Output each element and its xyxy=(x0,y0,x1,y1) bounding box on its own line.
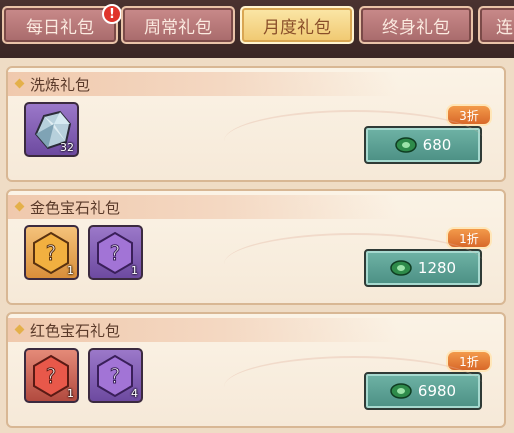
alert-badge-icon: ! xyxy=(102,4,122,24)
item-qty: 4 xyxy=(131,387,138,400)
diamond-icon xyxy=(14,201,25,212)
item-qty: 1 xyxy=(131,264,138,277)
jade-currency-icon xyxy=(390,383,412,399)
pack-card: 洗炼礼包 32 3折 680 xyxy=(6,66,506,182)
jade-currency-icon xyxy=(394,137,417,153)
tab-label: 连 xyxy=(496,17,513,38)
tab-label: 周常礼包 xyxy=(144,17,212,38)
pack-item[interactable]: 32 xyxy=(24,102,79,157)
pack-item[interactable]: ? 1 xyxy=(88,225,143,280)
tab-label: 终身礼包 xyxy=(382,17,450,38)
tab-more[interactable]: 连 xyxy=(478,6,514,44)
tab-monthly[interactable]: 月度礼包 xyxy=(240,6,354,44)
item-qty: 1 xyxy=(67,387,74,400)
pack-item[interactable]: ? 1 xyxy=(24,225,79,280)
diamond-icon xyxy=(14,78,25,89)
item-qty: 1 xyxy=(67,264,74,277)
pack-card: 红色宝石礼包 ? 1 ? 4 1折 6980 xyxy=(6,312,506,428)
buy-button[interactable]: 6980 xyxy=(364,372,482,410)
pack-header: 金色宝石礼包 xyxy=(8,195,398,219)
item-qty: 32 xyxy=(60,141,74,154)
pack-title: 金色宝石礼包 xyxy=(30,199,121,217)
tab-lifetime[interactable]: 终身礼包 xyxy=(359,6,473,44)
price-label: 1280 xyxy=(417,259,457,277)
pack-title: 红色宝石礼包 xyxy=(30,322,121,340)
pack-header: 红色宝石礼包 xyxy=(8,318,398,342)
tab-label: 每日礼包 xyxy=(26,17,94,38)
jade-currency-icon xyxy=(390,260,412,276)
buy-button[interactable]: 680 xyxy=(364,126,482,164)
tab-weekly[interactable]: 周常礼包 xyxy=(121,6,235,44)
svg-text:?: ? xyxy=(46,364,57,388)
discount-badge: 3折 xyxy=(446,104,492,126)
svg-text:?: ? xyxy=(110,364,121,388)
pack-item[interactable]: ? 1 xyxy=(24,348,79,403)
price-label: 6980 xyxy=(417,382,457,400)
buy-button[interactable]: 1280 xyxy=(364,249,482,287)
pack-title: 洗炼礼包 xyxy=(30,76,91,94)
diamond-icon xyxy=(14,324,25,335)
tab-label: 月度礼包 xyxy=(263,17,331,38)
tab-daily[interactable]: 每日礼包 ! xyxy=(2,4,122,44)
discount-badge: 1折 xyxy=(446,227,492,249)
price-label: 680 xyxy=(422,136,452,154)
svg-text:?: ? xyxy=(46,241,57,265)
tab-bar: 每日礼包 ! 周常礼包 月度礼包 终身礼包 连 xyxy=(0,0,514,58)
discount-badge: 1折 xyxy=(446,350,492,372)
svg-text:?: ? xyxy=(110,241,121,265)
pack-header: 洗炼礼包 xyxy=(8,72,398,96)
pack-item[interactable]: ? 4 xyxy=(88,348,143,403)
pack-card: 金色宝石礼包 ? 1 ? 1 1折 1280 xyxy=(6,189,506,305)
pack-list: 洗炼礼包 32 3折 680 金色宝石礼包 ? 1 ? 1 1折 1280 红色… xyxy=(0,58,514,433)
